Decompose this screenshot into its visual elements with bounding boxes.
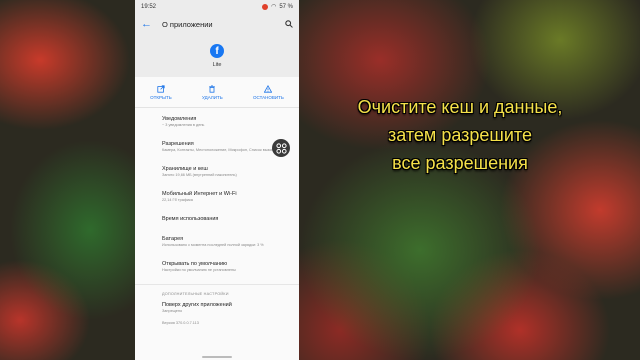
overlay-item[interactable]: Поверх других приложений Запрещено	[135, 298, 299, 317]
overlay-title: Поверх других приложений	[162, 302, 232, 308]
app-header: f Lite	[135, 35, 299, 77]
app-name: Lite	[212, 62, 222, 68]
status-icons: ◠ 57 %	[262, 3, 293, 10]
screen-time-title: Время использования	[162, 216, 219, 222]
battery-item[interactable]: Батарея Использовано с момента последней…	[135, 232, 299, 251]
phone-screen: 19:52 ◠ 57 % ← О приложении f Lite ОТКРЫ…	[135, 0, 299, 360]
notifications-title: Уведомления	[162, 116, 197, 122]
notifications-subtitle: ~ 3 уведомления в день	[162, 123, 205, 127]
back-arrow-icon[interactable]: ←	[141, 18, 152, 30]
gesture-handle	[202, 356, 232, 358]
search-icon[interactable]	[285, 20, 293, 28]
floating-apps-button[interactable]	[272, 139, 290, 157]
warning-icon	[264, 84, 273, 93]
uninstall-label: УДАЛИТЬ	[201, 94, 223, 100]
mobile-data-item[interactable]: Мобильный Интернет и Wi-Fi 22,14 Гб траф…	[135, 187, 299, 206]
facebook-logo-icon: f	[210, 44, 224, 58]
mobile-data-title: Мобильный Интернет и Wi-Fi	[162, 191, 237, 197]
divider	[135, 284, 299, 285]
open-default-item[interactable]: Открывать по умолчанию Настройки по умол…	[135, 257, 299, 276]
storage-item[interactable]: Хранилище и кеш Занято 19,66 МБ (внутрен…	[135, 162, 299, 181]
open-default-title: Открывать по умолчанию	[162, 261, 228, 267]
app-bar: ← О приложении	[135, 13, 299, 35]
open-button[interactable]: ОТКРЫТЬ	[150, 84, 172, 100]
open-label: ОТКРЫТЬ	[150, 94, 172, 100]
storage-title: Хранилище и кеш	[162, 166, 208, 172]
caption-line-1: Очистите кеш и данные,	[357, 97, 563, 117]
force-stop-label: ОСТАНОВИТЬ	[252, 94, 284, 100]
advanced-header: ДОПОЛНИТЕЛЬНЫЕ НАСТРОЙКИ	[162, 292, 229, 296]
recording-icon	[262, 3, 269, 10]
status-time: 19:52	[141, 3, 157, 10]
version-text: Версия 370.0.0.7.113	[162, 321, 199, 325]
caption-line-2: затем разрешите	[388, 125, 532, 145]
battery-title: Батарея	[162, 236, 184, 242]
battery-subtitle: Использовано с момента последней полной …	[162, 243, 264, 247]
action-bar: ОТКРЫТЬ УДАЛИТЬ ОСТАНОВИТЬ	[135, 77, 299, 108]
screen-time-item[interactable]: Время использования	[135, 212, 299, 226]
open-default-subtitle: Настройки по умолчанию не установлены	[162, 268, 236, 272]
caption-line-3: все разрешения	[392, 153, 528, 173]
force-stop-button[interactable]: ОСТАНОВИТЬ	[252, 84, 284, 100]
open-external-icon	[157, 84, 165, 93]
wifi-icon: ◠	[271, 4, 277, 10]
instruction-caption: Очистите кеш и данные, затем разрешите в…	[330, 93, 590, 177]
battery-text: 57 %	[279, 3, 293, 10]
overlay-subtitle: Запрещено	[162, 309, 183, 313]
mobile-data-subtitle: 22,14 Гб трафика	[162, 198, 193, 202]
status-bar: 19:52 ◠ 57 %	[135, 0, 299, 13]
storage-subtitle: Занято 19,66 МБ (внутренний накопитель)	[162, 173, 237, 177]
grid-icon	[275, 142, 287, 154]
page-title: О приложении	[162, 19, 213, 29]
uninstall-button[interactable]: УДАЛИТЬ	[201, 84, 223, 100]
notifications-item[interactable]: Уведомления ~ 3 уведомления в день	[135, 112, 299, 131]
trash-icon	[209, 84, 216, 93]
